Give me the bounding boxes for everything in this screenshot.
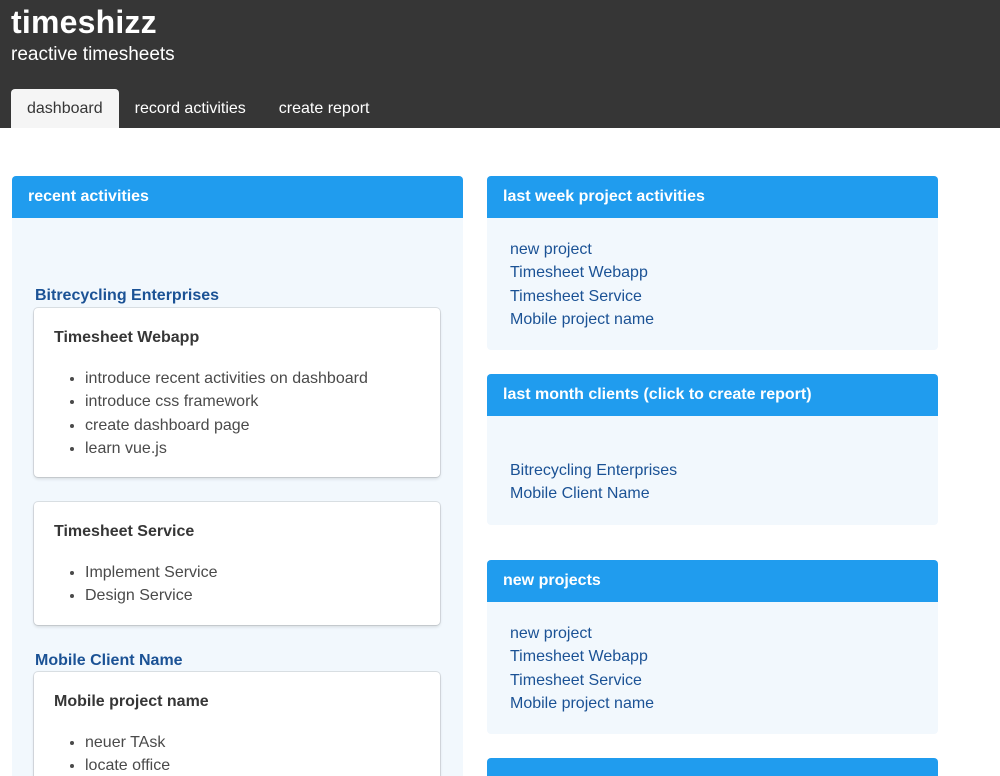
project-link[interactable]: new project	[510, 622, 654, 645]
project-link[interactable]: new project	[510, 238, 654, 261]
task-item: locate office	[85, 754, 170, 776]
project-card: Timesheet Webapp introduce recent activi…	[34, 308, 440, 477]
project-list: new project Timesheet Webapp Timesheet S…	[510, 622, 654, 715]
task-item: learn vue.js	[85, 437, 368, 460]
project-link[interactable]: Mobile project name	[510, 692, 654, 715]
new-projects-heading: new projects	[487, 560, 938, 602]
task-list: introduce recent activities on dashboard…	[85, 367, 368, 460]
project-link[interactable]: Timesheet Webapp	[510, 261, 654, 284]
recent-activities-heading: recent activities	[12, 176, 463, 218]
client-report-link[interactable]: Bitrecycling Enterprises	[510, 459, 677, 482]
last-month-clients-heading: last month clients (click to create repo…	[487, 374, 938, 416]
project-link[interactable]: Mobile project name	[510, 308, 654, 331]
next-panel-heading	[487, 758, 938, 776]
task-item: introduce recent activities on dashboard	[85, 367, 368, 390]
tab-record-activities[interactable]: record activities	[119, 89, 262, 128]
task-list: neuer TAsk locate office	[85, 731, 170, 776]
app-subtitle: reactive timesheets	[11, 44, 175, 65]
main-tabs: dashboard record activities create repor…	[11, 89, 386, 128]
last-week-projects-panel: last week project activities new project…	[487, 176, 938, 350]
app-header: timeshizz reactive timesheets dashboard …	[0, 0, 1000, 128]
project-card-title: Timesheet Service	[54, 523, 195, 540]
project-card: Mobile project name neuer TAsk locate of…	[34, 672, 440, 776]
task-list: Implement Service Design Service	[85, 561, 218, 608]
next-panel	[487, 758, 938, 776]
client-heading: Mobile Client Name	[35, 652, 183, 669]
project-link[interactable]: Timesheet Webapp	[510, 645, 654, 668]
project-list: new project Timesheet Webapp Timesheet S…	[510, 238, 654, 331]
task-item: neuer TAsk	[85, 731, 170, 754]
client-report-link[interactable]: Mobile Client Name	[510, 482, 677, 505]
project-link[interactable]: Timesheet Service	[510, 669, 654, 692]
task-item: Implement Service	[85, 561, 218, 584]
project-link[interactable]: Timesheet Service	[510, 285, 654, 308]
project-card: Timesheet Service Implement Service Desi…	[34, 502, 440, 625]
project-card-title: Timesheet Webapp	[54, 329, 200, 346]
task-item: create dashboard page	[85, 414, 368, 437]
last-week-projects-heading: last week project activities	[487, 176, 938, 218]
task-item: Design Service	[85, 584, 218, 607]
new-projects-panel: new projects new project Timesheet Webap…	[487, 560, 938, 734]
tab-create-report[interactable]: create report	[262, 89, 386, 128]
last-month-clients-panel: last month clients (click to create repo…	[487, 374, 938, 525]
client-list: Bitrecycling Enterprises Mobile Client N…	[510, 459, 677, 506]
recent-activities-panel: recent activities Bitrecycling Enterpris…	[12, 176, 463, 776]
tab-dashboard[interactable]: dashboard	[11, 89, 119, 128]
client-heading: Bitrecycling Enterprises	[35, 287, 220, 304]
task-item: introduce css framework	[85, 390, 368, 413]
project-card-title: Mobile project name	[54, 693, 209, 710]
app-title: timeshizz	[11, 4, 157, 40]
